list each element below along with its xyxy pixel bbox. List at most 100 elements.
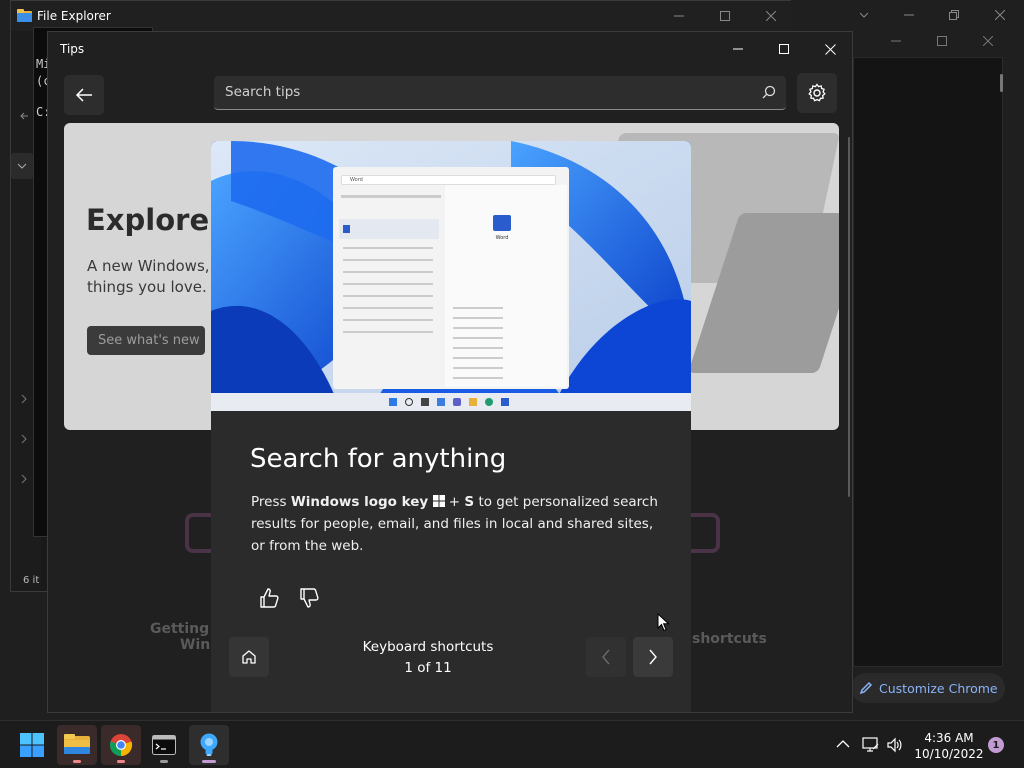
chevron-right-icon[interactable] — [20, 394, 28, 404]
see-whats-new-button[interactable]: See what's new — [87, 326, 205, 355]
collection-title: Keyboard shortcuts — [362, 639, 494, 655]
preview-app-name: Word — [495, 235, 509, 241]
chrome-content — [853, 57, 1003, 667]
running-indicator — [73, 760, 81, 763]
taskbar-file-explorer[interactable] — [57, 725, 97, 765]
running-indicator — [117, 760, 125, 763]
taskbar: 4:36 AM 10/10/2022 1 — [0, 720, 1024, 768]
chevron-down-icon — [859, 12, 869, 18]
tip-key-name: Windows logo key — [290, 494, 429, 510]
tips-minimize-button[interactable] — [715, 32, 761, 66]
clock-date: 10/10/2022 — [914, 747, 984, 761]
active-indicator — [202, 760, 216, 763]
chevron-down-icon — [17, 163, 27, 169]
start-button[interactable] — [12, 725, 52, 765]
tips-titlebar[interactable]: Tips — [48, 32, 852, 66]
hero-text-line: things you love. — [87, 278, 207, 296]
tip-key-name: S — [464, 494, 475, 510]
search-input[interactable] — [214, 76, 744, 108]
running-indicator — [160, 760, 168, 763]
maximize-icon — [720, 11, 730, 21]
explorer-minimize-button[interactable] — [656, 1, 702, 31]
close-icon — [766, 11, 776, 21]
start-search-preview: Word Word — [333, 167, 569, 389]
thumbs-up-button[interactable] — [258, 587, 282, 611]
back-button[interactable] — [64, 75, 104, 115]
chevron-right-icon[interactable] — [20, 474, 28, 484]
category-shortcuts[interactable]: shortcuts — [692, 631, 767, 647]
taskbar-tips[interactable] — [189, 725, 229, 765]
restore-icon — [949, 10, 959, 20]
explorer-close-button[interactable] — [748, 1, 794, 31]
thumbs-up-icon — [260, 588, 279, 608]
home-icon — [242, 650, 256, 664]
hero-text-line: A new Windows, — [87, 257, 210, 275]
network-icon[interactable] — [862, 737, 880, 753]
folder-icon — [17, 9, 32, 22]
chrome-inner-maximize-button[interactable] — [919, 26, 965, 56]
tips-close-button[interactable] — [807, 32, 852, 66]
minimize-icon — [904, 14, 914, 16]
maximize-icon — [779, 44, 789, 54]
tips-maximize-button[interactable] — [761, 32, 807, 66]
tip-title: Search for anything — [250, 444, 507, 474]
previous-tip-button[interactable] — [586, 637, 626, 677]
explorer-maximize-button[interactable] — [702, 1, 748, 31]
explorer-title: File Explorer — [37, 9, 111, 23]
preview-search-field: Word — [341, 175, 556, 185]
next-tip-button[interactable] — [633, 637, 673, 677]
tip-illustration: Word Word — [211, 141, 691, 411]
word-icon — [493, 215, 511, 231]
volume-icon[interactable] — [886, 737, 904, 753]
preview-result-lines — [343, 247, 433, 249]
customize-chrome-button[interactable]: Customize Chrome — [851, 673, 1005, 703]
windows-logo-icon — [432, 495, 445, 507]
notification-badge[interactable]: 1 — [988, 737, 1004, 753]
tips-lightbulb-icon — [200, 733, 218, 756]
home-button[interactable] — [229, 637, 269, 677]
chrome-inner-close-button[interactable] — [965, 26, 1011, 56]
taskbar-chrome[interactable] — [101, 725, 141, 765]
taskbar-terminal[interactable] — [144, 725, 184, 765]
gear-icon — [808, 83, 826, 102]
back-arrow-icon — [75, 88, 92, 102]
search-box[interactable] — [214, 76, 786, 110]
chrome-scrollbar[interactable] — [1000, 74, 1003, 92]
explorer-status-text: 6 it — [23, 575, 40, 586]
close-icon — [824, 43, 836, 55]
preview-folder-icon — [469, 398, 477, 406]
customize-chrome-label: Customize Chrome — [879, 680, 998, 696]
category-label: Win — [180, 637, 211, 653]
minimize-icon — [733, 48, 743, 50]
preview-widgets-icon — [437, 398, 445, 406]
preview-search-icon — [405, 398, 413, 406]
word-icon — [343, 225, 350, 233]
system-clock[interactable]: 4:36 AM 10/10/2022 — [914, 730, 984, 762]
tips-scrollbar[interactable] — [848, 137, 850, 497]
chrome-icon — [109, 734, 133, 757]
preview-taskview-icon — [421, 398, 429, 406]
close-icon — [995, 10, 1005, 20]
tip-description-text: + — [444, 494, 465, 510]
preview-edge-icon — [485, 398, 493, 406]
tips-window: Tips Explore W A new Windows,things you … — [47, 31, 853, 713]
tip-description: Press Windows logo key + S to get person… — [251, 491, 661, 557]
hero-text: A new Windows, things you love. — [87, 256, 210, 298]
preview-tabs — [341, 195, 441, 198]
preview-start-icon — [389, 398, 397, 406]
chrome-inner-minimize-button[interactable] — [873, 26, 919, 56]
preview-recent-lines — [453, 307, 503, 309]
mouse-cursor-icon — [657, 613, 670, 632]
expand-button[interactable] — [11, 153, 33, 179]
preview-best-match — [339, 219, 439, 239]
chevron-right-icon[interactable] — [20, 434, 28, 444]
close-icon — [983, 36, 993, 46]
thumbs-down-button[interactable] — [298, 587, 322, 611]
chevron-up-icon[interactable] — [836, 739, 850, 749]
terminal-icon — [152, 735, 176, 755]
search-icon[interactable] — [762, 85, 776, 99]
settings-button[interactable] — [797, 73, 837, 113]
maximize-icon — [937, 36, 947, 46]
back-arrow-icon[interactable] — [20, 111, 30, 121]
clock-time: 4:36 AM — [924, 731, 974, 745]
